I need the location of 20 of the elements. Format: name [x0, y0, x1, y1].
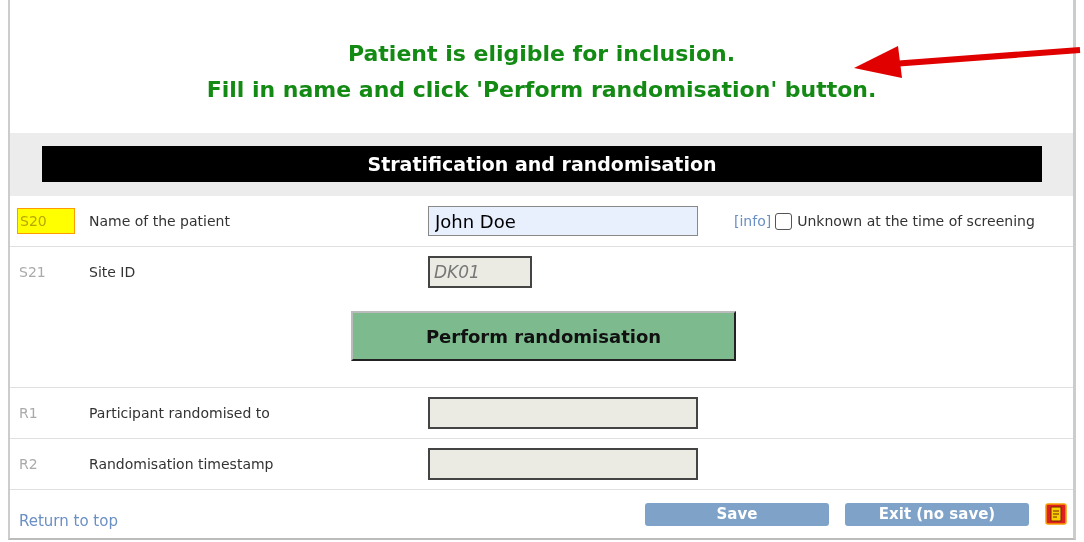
eligibility-message: Fill in name and click 'Perform randomisation' button. [206, 75, 877, 104]
field-label: Name of the patient [89, 213, 231, 229]
form-button[interactable]: Save [645, 502, 829, 526]
readonly-field: DK01 [428, 256, 532, 288]
return-link[interactable]: Return to top [19, 512, 118, 530]
section-header: Stratification and randomisation [42, 146, 1042, 182]
randomise-button[interactable]: Perform randomisation [351, 311, 736, 361]
form-button[interactable]: Exit (no save) [845, 502, 1029, 526]
question-code: S21 [18, 263, 47, 282]
question-code: R2 [18, 455, 39, 474]
info-link[interactable]: [info] [734, 213, 772, 229]
eligibility-message: Patient is eligible for inclusion. [347, 39, 736, 68]
document-icon[interactable] [1045, 503, 1067, 525]
question-code: S20 [17, 208, 75, 234]
checkbox[interactable] [775, 212, 793, 230]
field-label: Participant randomised to [89, 405, 271, 421]
field-label: Randomisation timestamp [89, 456, 275, 472]
question-code: R1 [18, 404, 39, 423]
field-label: Site ID [89, 264, 137, 280]
checkbox-label: Unknown at the time of screening [797, 213, 1035, 229]
